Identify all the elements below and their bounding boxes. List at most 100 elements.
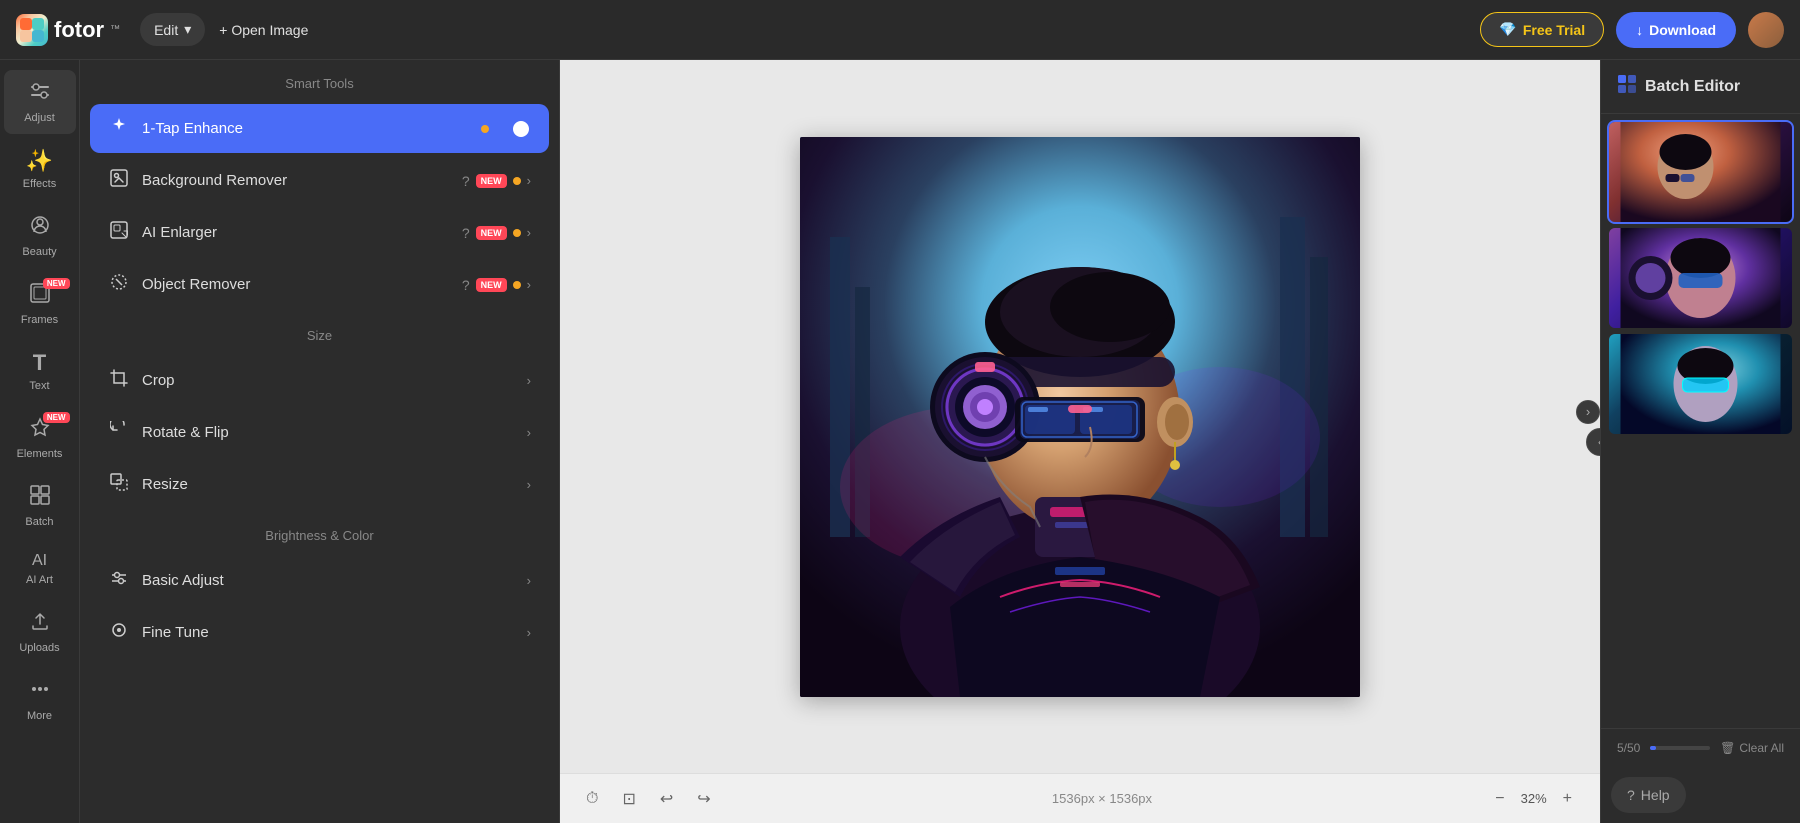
- batch-thumbnail-1: [1609, 122, 1792, 222]
- basic-adjust-icon: [108, 569, 130, 592]
- tool-object-remover[interactable]: Object Remover ? NEW ›: [90, 260, 549, 309]
- tools-panel: Smart Tools 1-Tap Enhance: [80, 60, 560, 823]
- batch-progress-bar: [1650, 746, 1710, 750]
- batch-thumbnail-2: [1609, 228, 1792, 328]
- ai-enlarger-chevron-icon: ›: [527, 225, 531, 240]
- tool-label-ai-enlarger: AI Enlarger: [142, 224, 450, 241]
- edit-button[interactable]: Edit ▾: [140, 13, 205, 46]
- image-dimensions: 1536px × 1536px: [1052, 791, 1152, 806]
- object-remover-dot: [513, 281, 521, 289]
- sidebar-item-ai-art[interactable]: AI AI Art: [4, 542, 76, 596]
- smart-tools-label: Smart Tools: [80, 60, 559, 101]
- object-remover-icon: [108, 273, 130, 296]
- batch-image-item-3[interactable]: [1609, 334, 1792, 434]
- sidebar-item-batch[interactable]: Batch: [4, 474, 76, 538]
- sidebar-item-text[interactable]: T Text: [4, 340, 76, 402]
- sidebar-item-frames[interactable]: NEW Frames: [4, 272, 76, 336]
- logo-icon: [16, 14, 48, 46]
- bgremover-chevron-icon: ›: [527, 173, 531, 188]
- resize-icon: [108, 473, 130, 496]
- logo-sup: ™: [110, 24, 120, 35]
- more-icon: [29, 678, 51, 706]
- resize-chevron-icon: ›: [527, 477, 531, 492]
- batch-panel: Batch Editor: [1600, 60, 1800, 823]
- brightness-color-label: Brightness & Color: [80, 512, 559, 553]
- open-image-button[interactable]: + Open Image: [205, 14, 322, 46]
- sidebar-item-label-uploads: Uploads: [19, 642, 59, 654]
- main-image-inner: [800, 137, 1360, 697]
- clear-all-button[interactable]: 🗑 Clear All: [1720, 741, 1784, 755]
- frames-new-badge: NEW: [43, 278, 70, 289]
- download-button[interactable]: ↓ Download: [1616, 12, 1736, 48]
- tool-badges-enhance: [481, 119, 531, 139]
- topbar: fotor ™ Edit ▾ + Open Image 💎 Free Trial…: [0, 0, 1800, 60]
- basic-adjust-chevron-icon: ›: [527, 573, 531, 588]
- enhance-icon: [108, 117, 130, 140]
- sidebar-item-label-adjust: Adjust: [24, 112, 55, 124]
- tool-background-remover[interactable]: Background Remover ? NEW ›: [90, 156, 549, 205]
- adjust-icon: [29, 80, 51, 108]
- elements-new-badge: NEW: [43, 412, 70, 423]
- sidebar-item-more[interactable]: More: [4, 668, 76, 732]
- sidebar-item-uploads[interactable]: Uploads: [4, 600, 76, 664]
- main-image: [800, 137, 1360, 697]
- logo-text: fotor: [54, 17, 104, 43]
- sidebar-item-elements[interactable]: NEW Elements: [4, 406, 76, 470]
- beauty-icon: [29, 214, 51, 242]
- fine-tune-chevron-icon: ›: [527, 625, 531, 640]
- help-button[interactable]: ? Help: [1611, 777, 1686, 813]
- sidebar-item-effects[interactable]: ✨ Effects: [4, 138, 76, 200]
- tool-ai-enlarger[interactable]: AI Enlarger ? NEW ›: [90, 208, 549, 257]
- tool-badges-ai-enlarger: ? NEW ›: [462, 225, 531, 241]
- zoom-level: 32%: [1521, 791, 1547, 806]
- sidebar-item-label-elements: Elements: [17, 448, 63, 460]
- batch-count: 5/50: [1617, 741, 1640, 755]
- batch-image-item-1[interactable]: [1609, 122, 1792, 222]
- enhance-dot: [481, 125, 489, 133]
- object-remover-help-icon[interactable]: ?: [462, 277, 470, 293]
- canvas-compare-button[interactable]: ⊡: [616, 783, 641, 815]
- effects-icon: ✨: [26, 148, 53, 174]
- tool-badges-bgremover: ? NEW ›: [462, 173, 531, 189]
- batch-image-item-2[interactable]: [1609, 228, 1792, 328]
- ai-enlarger-new-badge: NEW: [476, 226, 507, 240]
- bgremover-help-icon[interactable]: ?: [462, 173, 470, 189]
- enhance-toggle[interactable]: [495, 119, 531, 139]
- avatar[interactable]: [1748, 12, 1784, 48]
- crop-chevron-icon: ›: [527, 373, 531, 388]
- tool-label-crop: Crop: [142, 372, 515, 389]
- canvas-redo-button[interactable]: ↪: [691, 783, 716, 815]
- free-trial-button[interactable]: 💎 Free Trial: [1480, 12, 1604, 47]
- bgremover-new-badge: NEW: [476, 174, 507, 188]
- ai-enlarger-icon: [108, 221, 130, 244]
- canvas-undo-timer-button[interactable]: ⏱: [580, 784, 604, 814]
- batch-editor-icon: [1617, 74, 1637, 99]
- batch-panel-bottom: 5/50 🗑 Clear All: [1601, 728, 1800, 767]
- sidebar-item-label-ai-art: AI Art: [26, 574, 53, 586]
- batch-expand-arrow[interactable]: ›: [1576, 400, 1600, 424]
- batch-icon: [29, 484, 51, 512]
- bgremover-dot: [513, 177, 521, 185]
- logo: fotor ™: [16, 14, 120, 46]
- sidebar-item-beauty[interactable]: Beauty: [4, 204, 76, 268]
- tool-basic-adjust[interactable]: Basic Adjust ›: [90, 556, 549, 605]
- tool-label-background-remover: Background Remover: [142, 172, 450, 189]
- tool-rotate-flip[interactable]: Rotate & Flip ›: [90, 408, 549, 457]
- sidebar-item-adjust[interactable]: Adjust: [4, 70, 76, 134]
- zoom-in-button[interactable]: +: [1555, 786, 1580, 812]
- tool-resize[interactable]: Resize ›: [90, 460, 549, 509]
- help-circle-icon: ?: [1627, 787, 1635, 803]
- tool-badges-object-remover: ? NEW ›: [462, 277, 531, 293]
- background-remover-icon: [108, 169, 130, 192]
- uploads-icon: [29, 610, 51, 638]
- tool-label-fine-tune: Fine Tune: [142, 624, 515, 641]
- ai-enlarger-help-icon[interactable]: ?: [462, 225, 470, 241]
- canvas-undo-button[interactable]: ↩: [654, 783, 679, 815]
- zoom-out-button[interactable]: −: [1487, 786, 1512, 812]
- canvas-actions: ⏱ ⊡ ↩ ↪: [580, 783, 717, 815]
- object-remover-new-badge: NEW: [476, 278, 507, 292]
- tool-crop[interactable]: Crop ›: [90, 356, 549, 405]
- tool-1-tap-enhance[interactable]: 1-Tap Enhance: [90, 104, 549, 153]
- tool-fine-tune[interactable]: Fine Tune ›: [90, 608, 549, 657]
- canvas-content: [560, 60, 1600, 773]
